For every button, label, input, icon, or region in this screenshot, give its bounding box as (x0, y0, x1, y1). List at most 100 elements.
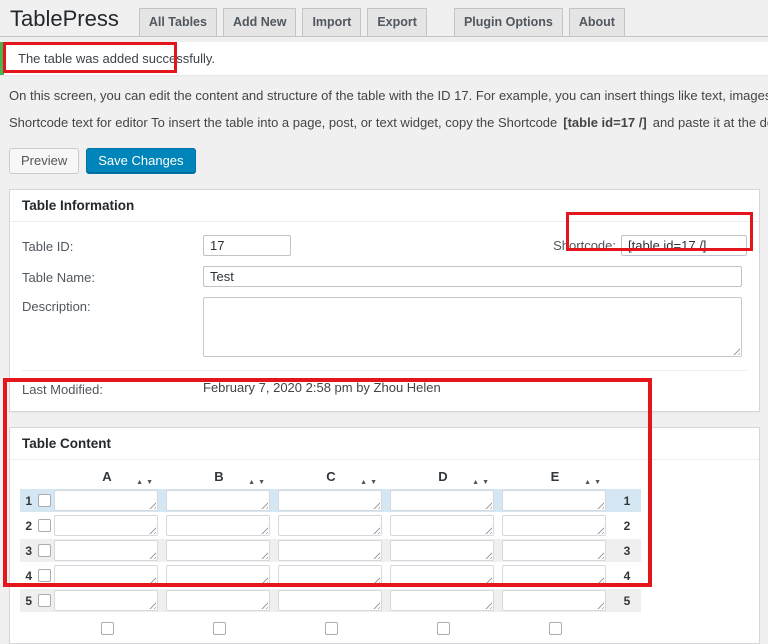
row-checkbox[interactable] (38, 594, 51, 607)
cell-textarea[interactable] (278, 540, 382, 561)
last-modified-label: Last Modified: (22, 380, 203, 397)
sort-asc-icon[interactable]: ▲ (248, 479, 255, 486)
table-content-heading: Table Content (10, 428, 759, 460)
cell-textarea[interactable] (54, 565, 158, 586)
cell-textarea[interactable] (502, 565, 606, 586)
cell-textarea[interactable] (54, 490, 158, 511)
cell-textarea[interactable] (390, 590, 494, 611)
column-checkbox-row (20, 621, 759, 635)
cell-textarea[interactable] (390, 565, 494, 586)
tab-import[interactable]: Import (302, 8, 361, 36)
description-textarea[interactable] (203, 297, 742, 357)
shortcode-label: Shortcode: (553, 238, 616, 253)
column-header-e: E ▲▼ (503, 469, 607, 484)
cell-textarea[interactable] (278, 515, 382, 536)
cell-textarea[interactable] (166, 515, 270, 536)
cell-textarea[interactable] (502, 490, 606, 511)
row-number-right: 3 (617, 539, 637, 562)
table-content-panel: Table Content A▲▼ B▲▼ C▲▼ D▲▼ E▲▼ 1 1 2 (9, 427, 760, 644)
table-content-grid: A▲▼ B▲▼ C▲▼ D▲▼ E▲▼ 1 1 2 2 3 (10, 460, 759, 643)
table-information-panel: Table Information Table ID: Shortcode: T… (9, 189, 760, 412)
cell-textarea[interactable] (166, 490, 270, 511)
row-number-right: 1 (617, 489, 637, 512)
table-row: 2 2 (20, 514, 641, 537)
shortcode-input[interactable] (621, 235, 747, 256)
column-label: C (326, 469, 335, 484)
table-id-input[interactable] (203, 235, 291, 256)
cell-textarea[interactable] (54, 540, 158, 561)
cell-textarea[interactable] (278, 565, 382, 586)
sort-desc-icon[interactable]: ▼ (594, 479, 601, 486)
sort-desc-icon[interactable]: ▼ (146, 479, 153, 486)
cell-textarea[interactable] (390, 540, 494, 561)
cell-textarea[interactable] (502, 515, 606, 536)
sort-desc-icon[interactable]: ▼ (482, 479, 489, 486)
plugin-header: TablePress All Tables Add New Import Exp… (0, 0, 768, 37)
save-changes-button[interactable]: Save Changes (86, 148, 195, 174)
cell-textarea[interactable] (502, 540, 606, 561)
column-checkbox[interactable] (549, 622, 562, 635)
cell-textarea[interactable] (166, 540, 270, 561)
row-checkbox[interactable] (38, 494, 51, 507)
row-number-left: 2 (25, 519, 32, 533)
column-checkbox[interactable] (101, 622, 114, 635)
row-checkbox[interactable] (38, 519, 51, 532)
cell-textarea[interactable] (390, 490, 494, 511)
shortcode-inline-value: [table id=17 /] (557, 115, 652, 130)
description-label: Description: (22, 297, 203, 314)
column-label: B (214, 469, 223, 484)
cell-textarea[interactable] (166, 565, 270, 586)
cell-textarea[interactable] (390, 515, 494, 536)
tab-all-tables[interactable]: All Tables (139, 8, 217, 36)
row-number-right: 4 (617, 564, 637, 587)
table-row: 3 3 (20, 539, 641, 562)
tab-export[interactable]: Export (367, 8, 427, 36)
sort-desc-icon[interactable]: ▼ (370, 479, 377, 486)
last-modified-value: February 7, 2020 2:58 pm by Zhou Helen (203, 380, 441, 397)
tab-add-new[interactable]: Add New (223, 8, 296, 36)
column-label: D (438, 469, 447, 484)
column-header-a: A ▲▼ (55, 469, 159, 484)
table-row: 4 4 (20, 564, 641, 587)
sort-asc-icon[interactable]: ▲ (360, 479, 367, 486)
success-notice: The table was added successfully. (0, 42, 768, 75)
action-button-row: Preview Save Changes (9, 148, 768, 174)
cell-textarea[interactable] (502, 590, 606, 611)
row-number-left: 5 (25, 594, 32, 608)
column-header-d: D ▲▼ (391, 469, 495, 484)
tab-about[interactable]: About (569, 8, 625, 36)
column-checkbox[interactable] (213, 622, 226, 635)
cell-textarea[interactable] (54, 590, 158, 611)
shortcode-hint-after: and paste it at the desired place in the… (653, 115, 768, 130)
table-row: 1 1 (20, 489, 641, 512)
table-id-label: Table ID: (22, 237, 203, 254)
cell-textarea[interactable] (278, 590, 382, 611)
cell-textarea[interactable] (54, 515, 158, 536)
row-number-left: 3 (25, 544, 32, 558)
cell-textarea[interactable] (166, 590, 270, 611)
sort-asc-icon[interactable]: ▲ (472, 479, 479, 486)
table-name-input[interactable] (203, 266, 742, 287)
column-label: E (551, 469, 560, 484)
column-label: A (102, 469, 111, 484)
shortcode-hint-text: Shortcode text for editor To insert the … (9, 115, 768, 130)
column-header-b: B ▲▼ (167, 469, 271, 484)
column-checkbox[interactable] (325, 622, 338, 635)
tab-plugin-options[interactable]: Plugin Options (454, 8, 563, 36)
sort-desc-icon[interactable]: ▼ (258, 479, 265, 486)
sort-asc-icon[interactable]: ▲ (136, 479, 143, 486)
sort-asc-icon[interactable]: ▲ (584, 479, 591, 486)
row-checkbox[interactable] (38, 544, 51, 557)
preview-button[interactable]: Preview (9, 148, 79, 174)
cell-textarea[interactable] (278, 490, 382, 511)
page-title: TablePress (10, 4, 119, 34)
table-information-heading: Table Information (10, 190, 759, 222)
row-checkbox[interactable] (38, 569, 51, 582)
column-checkbox[interactable] (437, 622, 450, 635)
row-number-left: 4 (25, 569, 32, 583)
row-number-right: 2 (617, 514, 637, 537)
column-header-c: C ▲▼ (279, 469, 383, 484)
column-header-row: A▲▼ B▲▼ C▲▼ D▲▼ E▲▼ (20, 466, 759, 487)
notice-message: The table was added successfully. (18, 51, 215, 66)
screen-intro-text: On this screen, you can edit the content… (9, 88, 768, 103)
